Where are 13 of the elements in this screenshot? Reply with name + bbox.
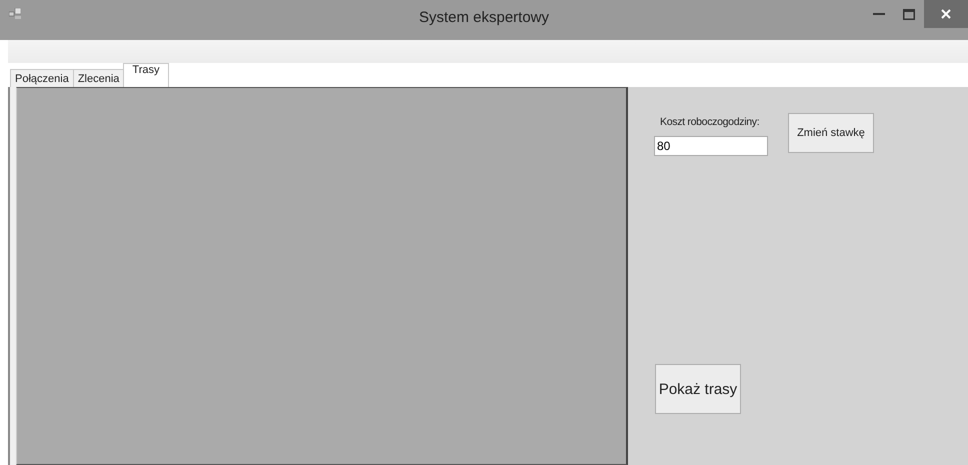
close-icon — [941, 9, 951, 19]
change-rate-button[interactable]: Zmień stawkę — [788, 113, 874, 153]
show-routes-button[interactable]: Pokaż trasy — [655, 364, 741, 414]
rate-label: Koszt roboczogodziny: — [660, 116, 760, 128]
minimize-icon — [873, 13, 885, 15]
window-title: System ekspertowy — [418, 9, 550, 26]
close-button[interactable] — [924, 0, 968, 28]
rate-input-field[interactable]: 80 — [654, 136, 768, 156]
maximize-icon — [903, 8, 915, 20]
app-icon — [9, 8, 21, 19]
tab[interactable]: Zlecenia — [72, 69, 124, 87]
tab[interactable]: Połączenia — [10, 69, 74, 87]
tab[interactable]: Trasy — [123, 63, 168, 87]
